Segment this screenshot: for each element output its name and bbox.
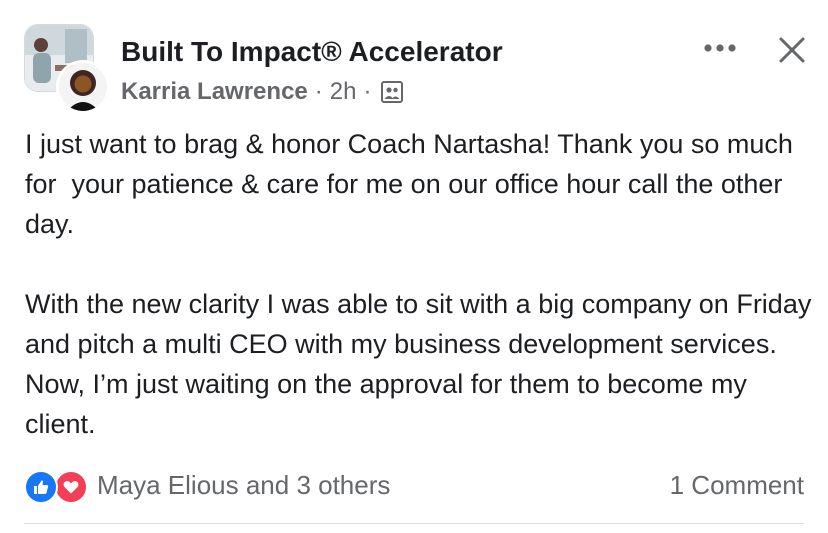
divider <box>24 523 804 524</box>
more-options-icon[interactable] <box>700 34 740 62</box>
comments-count-link[interactable]: 1 Comment <box>670 470 804 501</box>
close-icon[interactable] <box>772 30 812 70</box>
love-reaction-icon <box>54 470 88 504</box>
author-name-link[interactable]: Karria Lawrence <box>121 78 308 106</box>
author-avatar[interactable] <box>56 60 110 114</box>
like-reaction-icon <box>24 470 58 504</box>
group-members-icon <box>380 80 404 104</box>
meta-separator: · <box>314 78 323 105</box>
post-timestamp[interactable]: 2h <box>330 78 357 106</box>
reactors-summary[interactable]: Maya Elious and 3 others <box>97 470 390 501</box>
reaction-icons[interactable] <box>24 470 96 504</box>
post-avatar[interactable] <box>24 24 110 114</box>
post-text: I just want to brag & honor Coach Nartas… <box>25 124 815 444</box>
post-meta: Karria Lawrence · 2h · <box>121 78 404 106</box>
meta-separator: · <box>363 78 372 105</box>
post-paragraph: With the new clarity I was able to sit w… <box>25 289 819 439</box>
group-post-card: Built To Impact® Accelerator Karria Lawr… <box>0 0 828 533</box>
author-photo-image <box>59 63 107 111</box>
post-paragraph: I just want to brag & honor Coach Nartas… <box>25 129 801 239</box>
group-name-link[interactable]: Built To Impact® Accelerator <box>121 36 503 68</box>
reactions-bar: Maya Elious and 3 others 1 Comment <box>24 466 804 506</box>
